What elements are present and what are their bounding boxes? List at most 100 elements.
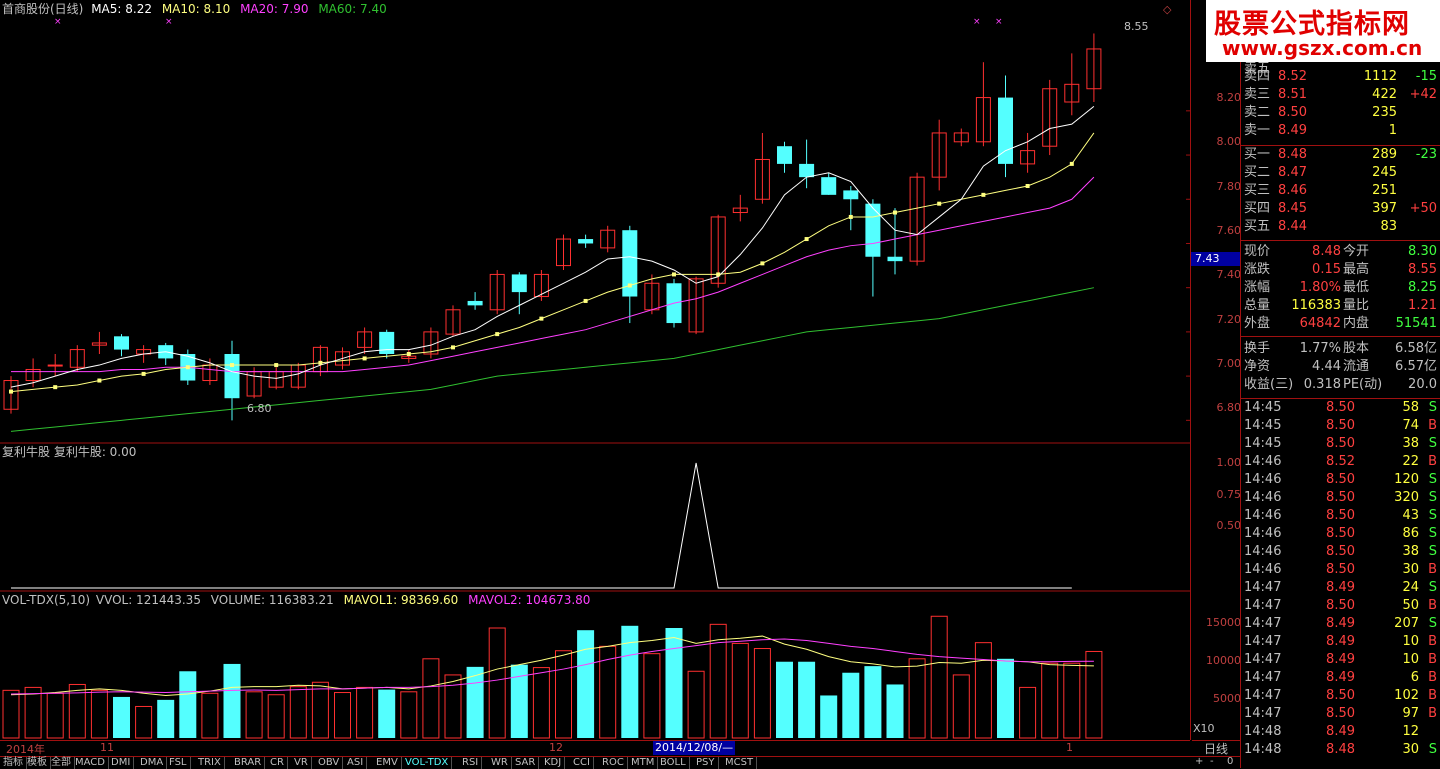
tick-price: 8.49	[1326, 634, 1355, 649]
tab-指标[interactable]: 指标	[0, 757, 27, 769]
bid-label: 买五	[1244, 219, 1271, 234]
stat-label: 最高	[1343, 262, 1370, 277]
stat-label: 总量	[1244, 298, 1271, 313]
tab-cr[interactable]: CR	[267, 757, 288, 769]
tick-row: 14:47 8.50 97 B	[1241, 705, 1440, 723]
ask-label: 卖四	[1244, 69, 1271, 84]
ask-label: 卖一	[1244, 123, 1271, 138]
tick-volume: 97	[1402, 706, 1419, 721]
tick-time: 14:45	[1244, 400, 1282, 415]
tick-time: 14:47	[1244, 670, 1282, 685]
tab-vr[interactable]: VR	[291, 757, 312, 769]
tick-volume: 320	[1394, 490, 1419, 505]
tab-全部[interactable]: 全部	[48, 757, 75, 769]
tick-time: 14:46	[1244, 490, 1282, 505]
tick-volume: 207	[1394, 616, 1419, 631]
tick-row: 14:46 8.50 43 S	[1241, 507, 1440, 525]
tab-rsi[interactable]: RSI	[459, 757, 483, 769]
tick-time: 14:47	[1244, 616, 1282, 631]
tick-side: S	[1428, 742, 1437, 757]
stat-value: 116383	[1291, 298, 1341, 313]
candle-body	[467, 300, 483, 306]
axis-tick: 6.80	[1216, 401, 1242, 414]
tick-volume: 38	[1402, 544, 1419, 559]
ma10-marker	[981, 192, 986, 197]
candle-body	[114, 336, 129, 350]
tick-time: 14:45	[1244, 418, 1282, 433]
chart-canvas[interactable]: × × × ×	[0, 0, 1190, 740]
tab-cci[interactable]: CCI	[570, 757, 594, 769]
tick-side: S	[1428, 526, 1437, 541]
tick-volume: 58	[1402, 400, 1419, 415]
tab-macd[interactable]: MACD	[72, 757, 109, 769]
bid-row: 买四 8.45 397 +50	[1241, 200, 1440, 218]
tab-brar[interactable]: BRAR	[231, 757, 266, 769]
quote-panel: 卖五 卖四 8.52 1112 -15 卖三 8.51 422 +42 卖二 8.50 235 卖一 8.…	[1240, 0, 1440, 768]
tick-side: B	[1428, 652, 1437, 667]
zoom-in-button[interactable]: +	[1195, 756, 1203, 768]
tick-price: 8.50	[1326, 706, 1355, 721]
stat-row: 总量 116383 量比 1.21	[1241, 297, 1440, 315]
tick-side: B	[1428, 598, 1437, 613]
bid-row: 买三 8.46 251	[1241, 182, 1440, 200]
ma20-line	[11, 176, 1095, 373]
tab-wr[interactable]: WR	[488, 757, 512, 769]
tick-side: S	[1428, 616, 1437, 631]
tab-sar[interactable]: SAR	[512, 757, 540, 769]
zoom-reset-button[interactable]: 0	[1227, 756, 1233, 768]
period-label[interactable]: 日线	[1192, 740, 1240, 757]
kline-chart[interactable]: × × × × 首商股份(日线) MA5: 8.22 MA10: 8.10 MA20:…	[0, 0, 1190, 740]
volume-bar	[709, 623, 727, 739]
volume-bar	[488, 627, 506, 739]
volume-bar	[400, 691, 418, 739]
tab-dma[interactable]: DMA	[137, 757, 168, 769]
stat-label: 量比	[1343, 298, 1370, 313]
volume-bar	[179, 671, 197, 738]
diamond-icon[interactable]: ◇	[1163, 3, 1171, 16]
bid-change: +50	[1409, 201, 1437, 216]
tick-volume: 10	[1402, 634, 1419, 649]
tick-side: B	[1428, 562, 1437, 577]
tab-mcst[interactable]: MCST	[722, 757, 758, 769]
tab-psy[interactable]: PSY	[693, 757, 719, 769]
tab-dmi[interactable]: DMI	[108, 757, 135, 769]
tab-roc[interactable]: ROC	[599, 757, 628, 769]
indicator-tick: 1.00	[1216, 456, 1242, 469]
ask-price: 8.52	[1278, 69, 1307, 84]
ma5-label: MA5: 8.22	[91, 2, 152, 16]
tick-price: 8.49	[1326, 616, 1355, 631]
tab-模板[interactable]: 模板	[24, 757, 51, 769]
fundamental-row: 收益(三) 0.318 PE(动) 20.0	[1241, 376, 1440, 394]
volume-bar	[731, 642, 749, 739]
tab-vol-tdx[interactable]: VOL-TDX	[402, 757, 453, 769]
tick-time: 14:47	[1244, 706, 1282, 721]
tab-kdj[interactable]: KDJ	[541, 757, 566, 769]
tick-side: S	[1428, 400, 1437, 415]
tick-time: 14:46	[1244, 472, 1282, 487]
volume-bar	[422, 658, 440, 739]
axis-tick: 8.00	[1216, 135, 1242, 148]
tab-emv[interactable]: EMV	[373, 757, 402, 769]
candle-body	[379, 331, 395, 354]
tick-price: 8.50	[1326, 544, 1355, 559]
tab-boll[interactable]: BOLL	[657, 757, 690, 769]
ma60-label: MA60: 7.40	[318, 2, 387, 16]
time-label: 11	[100, 741, 114, 754]
tick-volume: 6	[1410, 670, 1419, 685]
tick-price: 8.52	[1326, 454, 1355, 469]
tab-trix[interactable]: TRIX	[195, 757, 225, 769]
stat-label: 涨跌	[1244, 262, 1271, 277]
ma10-label: MA10: 8.10	[161, 2, 231, 16]
indicator-tick: 0.50	[1216, 519, 1242, 532]
stat-label: 今开	[1343, 244, 1370, 259]
tick-row: 14:45 8.50 74 B	[1241, 417, 1440, 435]
zoom-out-button[interactable]: -	[1210, 756, 1214, 768]
ask-price: 8.51	[1278, 87, 1307, 102]
volume-bar	[643, 653, 661, 739]
tab-asi[interactable]: ASI	[344, 757, 368, 769]
tab-mtm[interactable]: MTM	[628, 757, 659, 769]
tick-price: 8.50	[1326, 688, 1355, 703]
mavol1-label: MAVOL1: 98369.60	[343, 593, 459, 607]
tab-obv[interactable]: OBV	[315, 757, 344, 769]
tab-fsl[interactable]: FSL	[166, 757, 191, 769]
